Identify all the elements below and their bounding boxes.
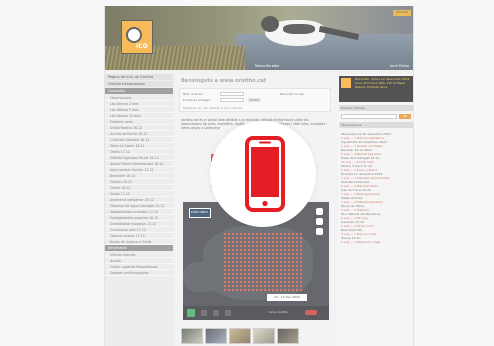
- screenshot-frame: ICO ICO-ICS Motacilla alba Jordi Prieto …: [0, 0, 494, 346]
- mobile-phone-icon: [245, 136, 285, 212]
